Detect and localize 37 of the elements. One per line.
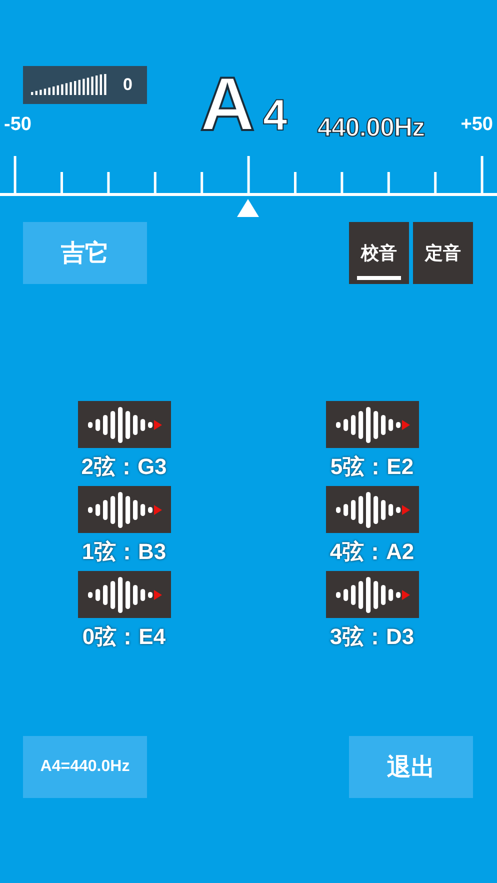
volume-bars-icon xyxy=(31,74,109,96)
string-label: 3弦：D3 xyxy=(330,624,414,650)
note-letter: A xyxy=(200,70,255,140)
mode-tab[interactable]: 定音 xyxy=(413,222,473,284)
string-play-button[interactable] xyxy=(326,571,418,618)
play-icon xyxy=(154,504,162,514)
reference-pitch-button[interactable]: A4=440.0Hz xyxy=(23,736,147,798)
exit-button[interactable]: 退出 xyxy=(349,736,473,798)
string-play-button[interactable] xyxy=(78,401,170,448)
sound-wave-icon xyxy=(88,492,153,528)
string-play-button[interactable] xyxy=(78,571,170,618)
note-octave: 4 xyxy=(262,94,288,138)
sound-wave-icon xyxy=(88,576,153,612)
string-label: 4弦：A2 xyxy=(330,539,414,565)
sound-wave-icon xyxy=(336,576,401,612)
string-play-button[interactable] xyxy=(326,486,418,533)
play-icon xyxy=(154,420,162,430)
string-play-button[interactable] xyxy=(326,401,418,448)
mode-tab[interactable]: 校音 xyxy=(349,222,409,284)
play-icon xyxy=(402,420,410,430)
pointer-icon xyxy=(237,199,259,217)
sound-wave-icon xyxy=(88,406,153,442)
scale-max-label: +50 xyxy=(460,114,493,136)
play-icon xyxy=(402,504,410,514)
string-label: 5弦：E2 xyxy=(330,454,414,480)
string-label: 0弦：E4 xyxy=(82,624,166,650)
string-play-button[interactable] xyxy=(78,486,170,533)
scale-min-label: -50 xyxy=(4,114,32,136)
sound-wave-icon xyxy=(336,406,401,442)
string-label: 2弦：G3 xyxy=(81,454,167,480)
instrument-button[interactable]: 吉它 xyxy=(23,222,147,284)
sound-wave-icon xyxy=(336,492,401,528)
frequency-reading: 440.00Hz xyxy=(317,112,425,142)
play-icon xyxy=(154,590,162,600)
play-icon xyxy=(402,590,410,600)
volume-reading: 0 xyxy=(123,75,132,95)
string-label: 1弦：B3 xyxy=(82,539,166,565)
